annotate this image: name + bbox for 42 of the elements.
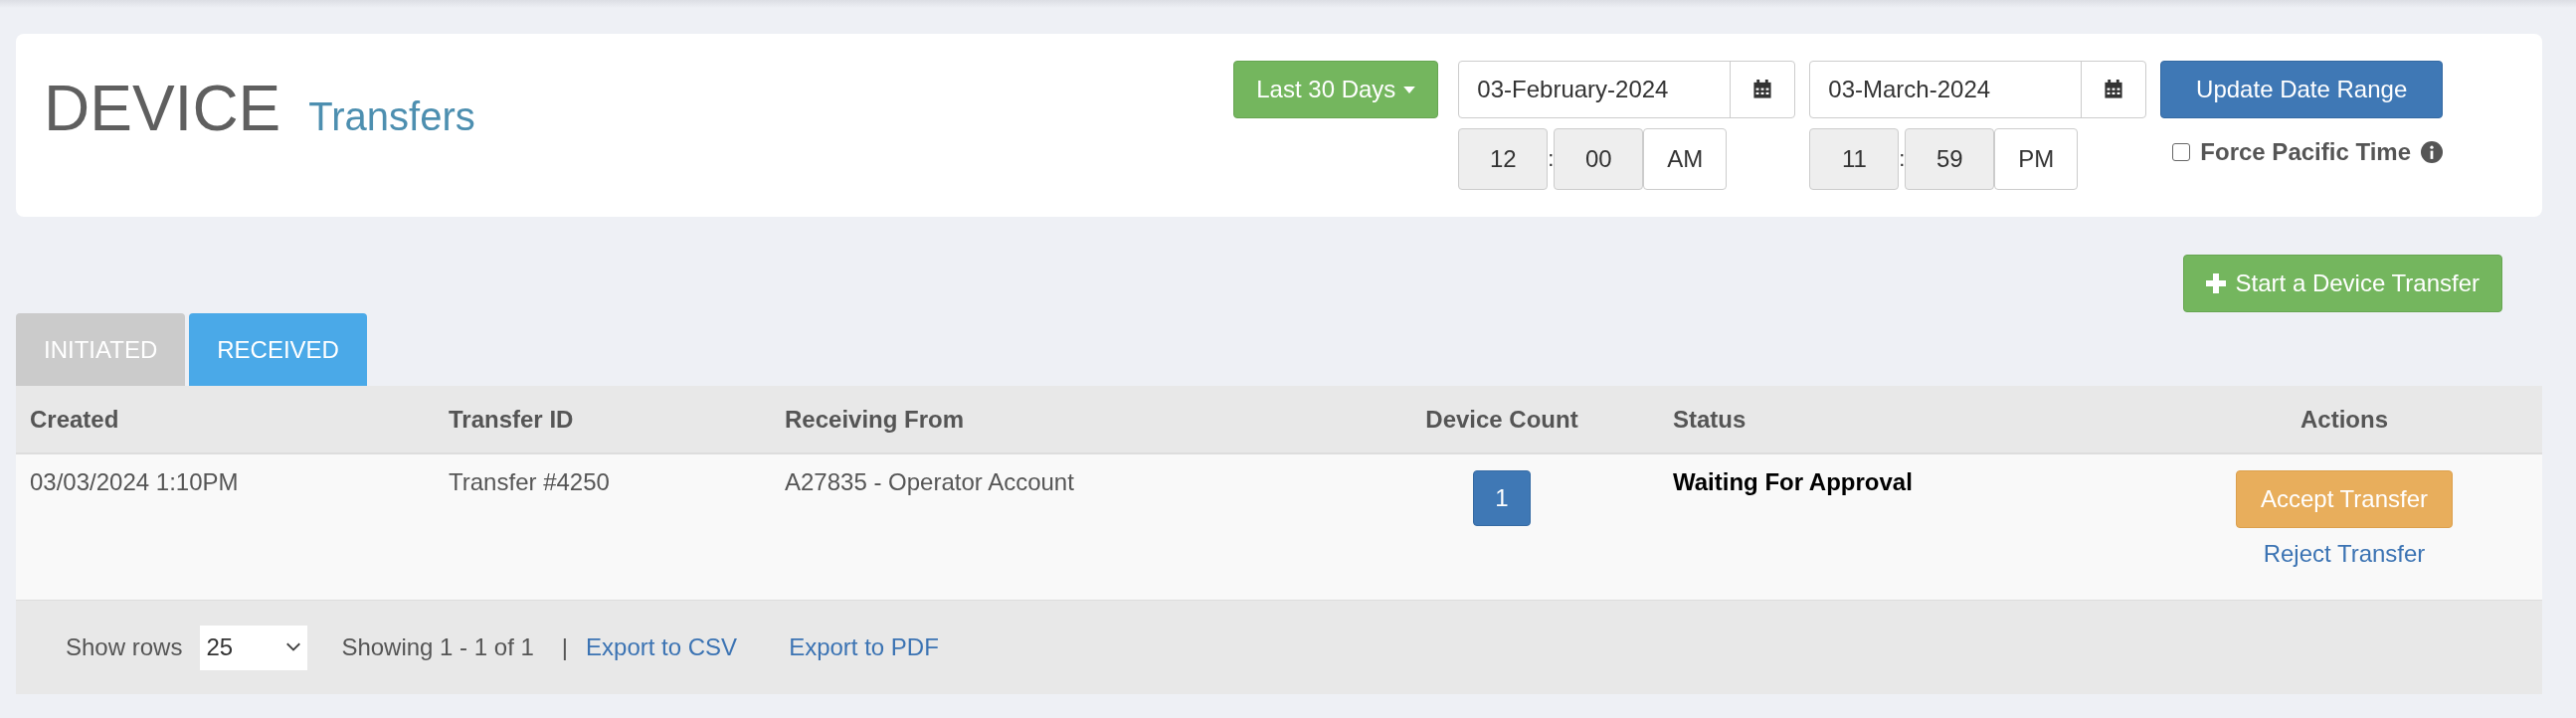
hour-field[interactable]: 11 xyxy=(1809,128,1900,190)
calendar-icon xyxy=(2104,80,2124,99)
export-link[interactable]: Export to CSV xyxy=(586,633,738,661)
chevron-down-icon xyxy=(285,642,302,652)
table-cell-text: Transfer #4250 xyxy=(448,467,611,496)
status-text: Waiting For Approval xyxy=(1672,467,1914,496)
rows-per-page-select[interactable]: 25 xyxy=(200,625,308,670)
device-count-badge[interactable]: 1 xyxy=(1473,470,1531,526)
start-transfer-button[interactable]: Start a Device Transfer xyxy=(2182,255,2502,312)
date-field[interactable]: 03-March-2024 xyxy=(1809,61,2147,118)
showing-summary: Showing 1 - 1 of 1 xyxy=(341,633,534,661)
column-header: Actions xyxy=(2300,405,2389,434)
page-title: DEVICE xyxy=(44,72,281,145)
minute-field[interactable]: 59 xyxy=(1905,128,1995,190)
caret-icon xyxy=(1403,86,1416,93)
export-link[interactable]: Export to PDF xyxy=(789,633,939,661)
column-header: Status xyxy=(1672,405,1748,434)
date-field[interactable]: 03-February-2024 xyxy=(1458,61,1796,118)
update-date-range-button[interactable]: Update Date Range xyxy=(2160,61,2443,118)
time-separator: : xyxy=(1899,146,1906,172)
period-field[interactable]: AM xyxy=(1643,128,1728,190)
column-header: Device Count xyxy=(1424,405,1579,434)
date-preset-dropdown[interactable]: Last 30 Days xyxy=(1233,61,1439,118)
force-pacific-time-label: Force Pacific Time xyxy=(2200,138,2411,166)
time-separator: : xyxy=(1548,146,1555,172)
calendar-icon xyxy=(1752,80,1773,99)
column-header: Receiving From xyxy=(784,405,966,434)
reject-transfer-link[interactable]: Reject Transfer xyxy=(2263,540,2426,568)
column-header: Transfer ID xyxy=(448,405,575,434)
hour-field[interactable]: 12 xyxy=(1458,128,1549,190)
period-field[interactable]: PM xyxy=(1994,128,2079,190)
table-cell-text: 03/03/2024 1:10PM xyxy=(29,467,240,496)
tab[interactable]: RECEIVED xyxy=(189,313,367,386)
table-cell-text: A27835 - Operator Account xyxy=(784,467,1075,496)
info-icon xyxy=(2421,141,2443,163)
column-header: Created xyxy=(29,405,120,434)
minute-field[interactable]: 00 xyxy=(1554,128,1644,190)
separator-text: | xyxy=(561,633,569,661)
plus-icon xyxy=(2205,273,2226,293)
force-pacific-time-checkbox[interactable] xyxy=(2172,143,2191,161)
page-subtitle: Transfers xyxy=(308,94,475,139)
show-rows-label: Show rows xyxy=(66,633,183,661)
